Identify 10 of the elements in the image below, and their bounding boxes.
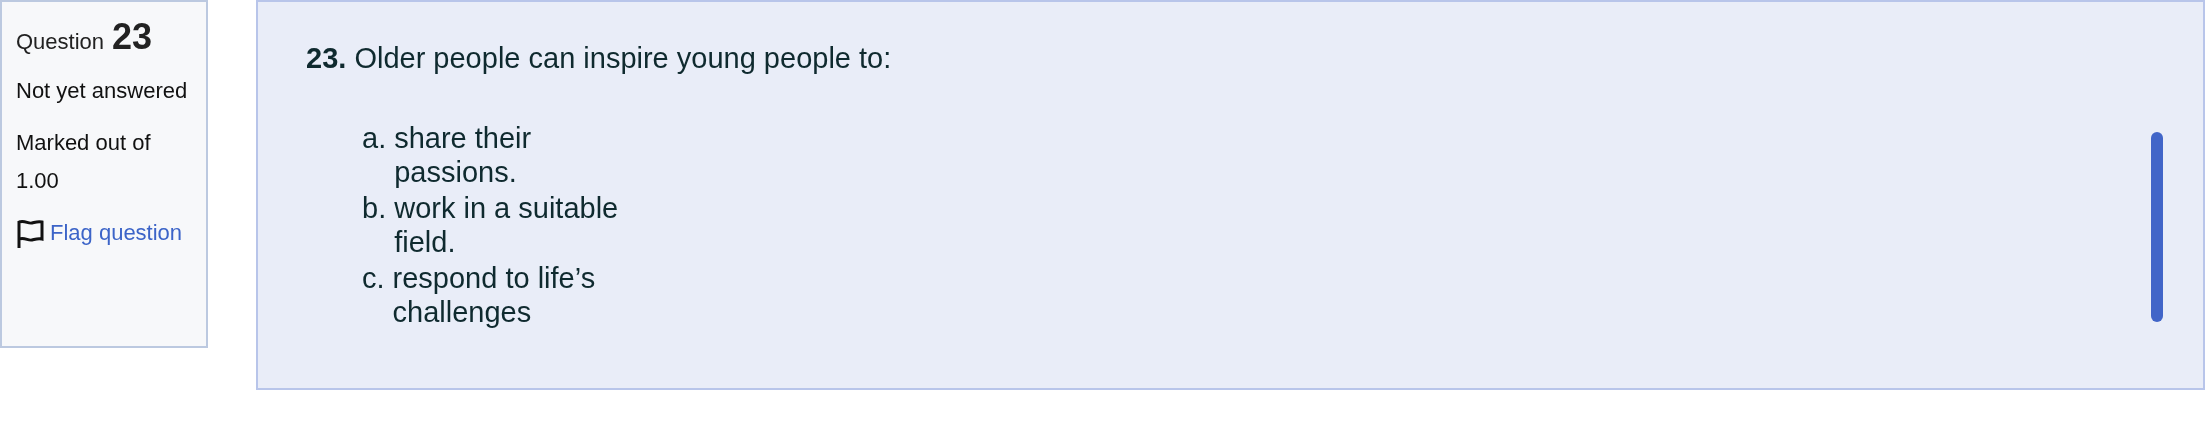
scroll-bar[interactable] xyxy=(2151,132,2163,322)
answer-option[interactable]: b. work in a suitable field. xyxy=(362,191,662,259)
answer-option[interactable]: c. respond to life’s challenges xyxy=(362,261,662,329)
answer-option[interactable]: a. share their passions. xyxy=(362,121,662,189)
answer-status: Not yet answered xyxy=(16,77,189,105)
question-label: Question xyxy=(16,29,105,55)
question-number: 23 xyxy=(112,16,153,58)
question-text: 23. Older people can inspire young people to: xyxy=(306,42,892,75)
flag-question-link[interactable]: Flag question xyxy=(50,214,183,252)
marks-text: Marked out of 1.00 xyxy=(16,129,152,195)
